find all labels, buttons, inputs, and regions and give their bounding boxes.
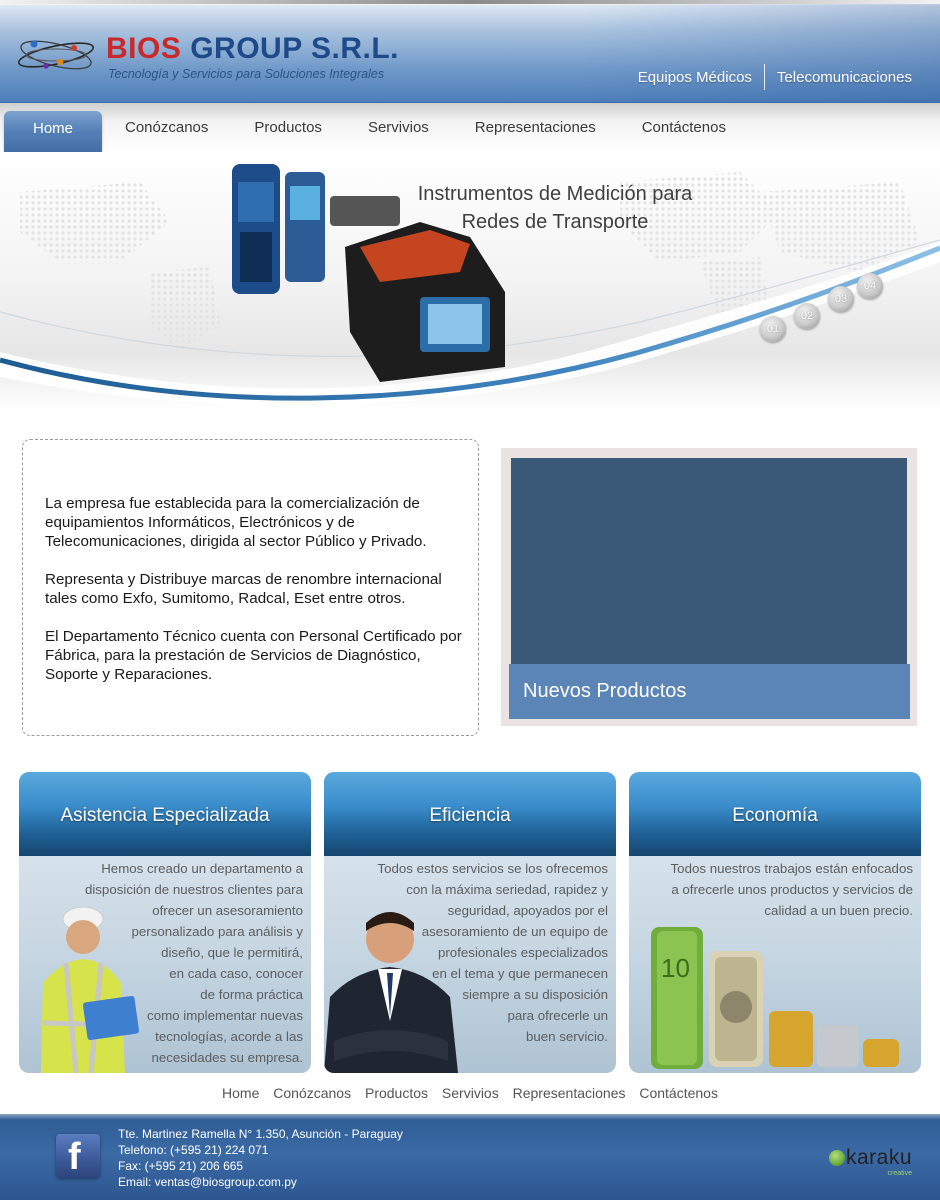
karaku-logo-icon [828,1150,845,1166]
card-line: tecnologías, acorde a las [155,1029,303,1044]
contact-phone: Telefono: (+595 21) 224 071 [118,1143,269,1157]
about-paragraph-3: El Departamento Técnico cuenta con Perso… [45,628,462,683]
card-line: a ofrecerle unos productos y servicios d… [671,882,913,897]
banner-title-line1: Instrumentos de Medición para [417,183,693,205]
footer-link-home[interactable]: Home [217,1085,264,1101]
card-title: Economía [732,805,818,826]
top-links: Equipos Médicos Telecomunicaciones [626,64,924,90]
card-line: con la máxima seriedad, rapidez y [406,882,608,897]
logo[interactable]: BIOS GROUP S.R.L. Tecnología y Servicios… [16,28,416,88]
card-line: profesionales especializados [437,945,608,960]
card-line: personalizado para análisis y [131,924,303,939]
about-paragraph-2: Representa y Distribuye marcas de renomb… [45,571,442,607]
company-name-part1: BIOS [106,32,182,65]
card-line: asesoramiento de un equipo de [421,924,608,939]
footer-nav: Home Conózcanos Productos Servivios Repr… [0,1085,940,1101]
about-box: La empresa fue establecida para la comer… [22,439,479,736]
card-text: Todos estos servicios se los ofrecemos c… [377,858,608,1047]
contact-fax: Fax: (+595 21) 206 665 [118,1159,244,1173]
money-stack-image: 10 [651,927,899,1069]
credit-word: karaku [845,1146,912,1169]
facebook-icon[interactable]: f [56,1134,100,1178]
feature-card-eficiencia: Eficiencia Todos estos servicios se los … [324,772,616,1073]
company-name: BIOS GROUP S.R.L. [106,32,399,66]
nav-item-servivios[interactable]: Servivios [345,119,452,136]
footer-link-servivios[interactable]: Servivios [437,1085,504,1101]
card-line: Todos estos servicios se los ofrecemos [377,861,608,876]
site-footer: f Tte. Martinez Ramella N° 1.350, Asunci… [0,1114,940,1200]
card-line: Hemos creado un departamento a [101,861,303,876]
slide-dot-03[interactable]: 03 [828,286,854,312]
nav-item-contactenos[interactable]: Contáctenos [619,119,749,136]
footer-link-contactenos[interactable]: Contáctenos [634,1085,723,1101]
card-line: en el tema y que permanecen [432,966,608,981]
nav-item-productos[interactable]: Productos [231,119,345,136]
card-line: de forma práctica [200,987,303,1002]
slide-dot-04[interactable]: 04 [857,273,883,299]
card-line: Todos nuestros trabajos están enfocados [670,861,913,876]
new-products-caption[interactable]: Nuevos Productos [509,664,910,719]
company-tagline: Tecnología y Servicios para Soluciones I… [108,67,385,81]
card-line: necesidades su empresa. [151,1050,303,1065]
page: BIOS GROUP S.R.L. Tecnología y Servicios… [0,0,940,1200]
footer-link-productos[interactable]: Productos [360,1085,433,1101]
card-line: para ofrecerle un [507,1008,608,1023]
feature-card-asistencia: Asistencia Especializada Hemos creado un… [19,772,311,1073]
card-line: ofrecer un asesoramiento [152,903,303,918]
new-products-display [511,458,907,674]
card-line: en cada caso, conocer [169,966,303,981]
card-line: buen servicio. [525,1029,608,1044]
card-line: seguridad, apoyados por el [447,903,608,918]
hero-banner: Instrumentos de Medición para Redes de T… [0,152,940,410]
contact-address: Tte. Martinez Ramella N° 1.350, Asunción… [118,1127,403,1141]
credit-sub: creative [887,1170,912,1177]
slide-dot-01[interactable]: 01 [760,316,786,342]
logo-globe-icon [17,40,95,70]
card-line: diseño, que le permitirá, [161,945,303,960]
coin-stack-graphic [769,1011,899,1067]
card-text: Todos nuestros trabajos están enfocados … [671,858,913,921]
card-line: siempre a su disposición [462,987,608,1002]
card-text: Hemos creado un departamento a disposici… [85,858,303,1068]
company-name-part2: GROUP S.R.L. [190,32,400,65]
nav-item-representaciones[interactable]: Representaciones [452,119,619,136]
slide-dot-02[interactable]: 02 [794,303,820,329]
footer-link-representaciones[interactable]: Representaciones [508,1085,631,1101]
top-link-telecomunicaciones[interactable]: Telecomunicaciones [765,67,924,88]
svg-text:10: 10 [661,953,690,983]
main-nav: Conózcanos Productos Servivios Represent… [0,102,940,155]
nav-item-conozcanos[interactable]: Conózcanos [102,119,231,136]
card-line: disposición de nuestros clientes para [84,882,303,897]
contact-email[interactable]: Email: ventas@biosgroup.com.py [118,1174,403,1190]
feature-card-economia: Economía 10 Todos nuestros trabajos está… [629,772,921,1073]
about-paragraph-1: La empresa fue establecida para la comer… [45,495,427,550]
banner-title-line2: Redes de Transporte [461,211,649,233]
card-line: como implementar nuevas [147,1008,303,1023]
nav-item-home[interactable]: Home [4,111,102,155]
designer-credit-logo[interactable]: karaku creative [828,1146,912,1177]
site-header: BIOS GROUP S.R.L. Tecnología y Servicios… [0,0,940,102]
card-title: Asistencia Especializada [60,805,270,826]
card-title: Eficiencia [429,805,511,826]
banner-title: Instrumentos de Medición para Redes de T… [400,180,710,236]
card-line: calidad a un buen precio. [764,903,913,918]
contact-info: Tte. Martinez Ramella N° 1.350, Asunción… [118,1126,403,1190]
top-link-equipos-medicos[interactable]: Equipos Médicos [626,67,764,88]
new-products-panel[interactable]: Nuevos Productos [501,448,917,726]
footer-link-conozcanos[interactable]: Conózcanos [268,1085,356,1101]
